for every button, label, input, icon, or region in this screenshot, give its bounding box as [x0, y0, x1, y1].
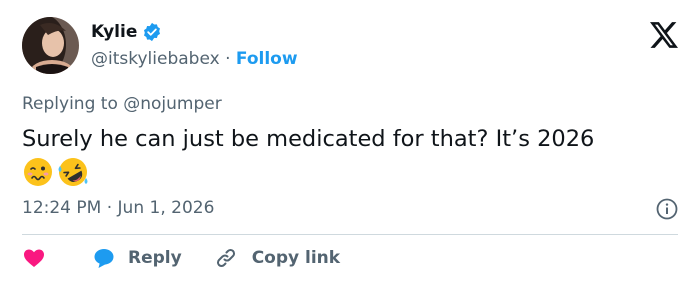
- woozy-face-icon: [24, 158, 52, 186]
- tweet-text: Surely he can just be medicated for that…: [22, 126, 595, 152]
- avatar[interactable]: [22, 17, 79, 74]
- verified-badge-icon: [144, 22, 161, 42]
- author-name-row: Kylie: [91, 22, 162, 42]
- tweet-emojis: [22, 156, 89, 188]
- copy-link-button[interactable]: Copy link: [214, 246, 340, 270]
- replying-prefix: Replying to: [22, 94, 124, 114]
- reply-bubble-icon: [94, 249, 114, 268]
- copy-link-label: Copy link: [251, 248, 341, 268]
- heart-icon: [24, 249, 44, 267]
- author-handle[interactable]: @itskyliebabex: [91, 49, 220, 69]
- info-icon[interactable]: [656, 198, 678, 220]
- author-handle-row: @itskyliebabex · Follow: [91, 49, 298, 69]
- tweet-date: Jun 1, 2026: [117, 198, 215, 218]
- author-name[interactable]: Kylie: [91, 22, 137, 42]
- divider: [22, 234, 678, 235]
- replying-to-handle[interactable]: @nojumper: [123, 94, 221, 114]
- rolling-on-the-floor-laughing-icon: [58, 158, 88, 186]
- tweet-timestamp[interactable]: 12:24 PM · Jun 1, 2026: [22, 198, 214, 218]
- replying-to-line: Replying to @nojumper: [22, 94, 222, 114]
- separator: ·: [225, 49, 231, 69]
- reply-button[interactable]: Reply: [92, 246, 182, 270]
- tweet-time: 12:24 PM: [22, 198, 102, 218]
- x-logo-icon[interactable]: [650, 22, 678, 48]
- like-button[interactable]: [22, 246, 46, 270]
- reply-label: Reply: [128, 248, 182, 268]
- date-separator: ·: [106, 198, 113, 218]
- follow-button[interactable]: Follow: [236, 49, 298, 69]
- action-bar: Reply Copy link: [22, 246, 340, 270]
- link-icon: [216, 248, 235, 268]
